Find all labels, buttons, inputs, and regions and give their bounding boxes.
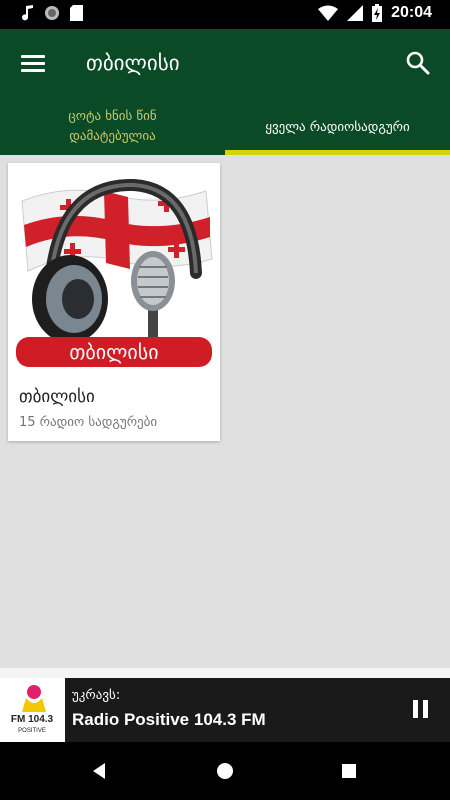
wifi-icon	[318, 5, 339, 21]
back-icon[interactable]	[88, 759, 112, 783]
radio-positive-logo: FM 104.3 POSITIVE	[0, 678, 65, 742]
signal-icon	[347, 5, 364, 21]
now-playing-bar[interactable]: FM 104.3 POSITIVE უკრავს: Radio Positive…	[0, 678, 450, 742]
status-left	[22, 5, 83, 21]
content-area: თბილისი თბილისი 15 რადიო სადგურები	[0, 155, 450, 668]
station-card[interactable]: თბილისი თბილისი 15 რადიო სადგურები	[8, 163, 220, 441]
tab-label-line2: დამატებულია	[69, 129, 156, 144]
system-nav-bar	[0, 742, 450, 800]
status-time: 20:04	[391, 4, 432, 21]
tab-bar: ცოტა ხნის წინ დამატებულია ყველა რადიოსად…	[0, 99, 450, 155]
home-icon[interactable]	[213, 759, 237, 783]
logo-text-line1: FM 104.3	[11, 714, 54, 725]
toolbar: თბილისი	[0, 29, 450, 99]
battery-charging-icon	[372, 4, 383, 22]
status-right: 20:04	[318, 4, 432, 22]
tab-all-stations[interactable]: ყველა რადიოსადგური	[225, 99, 450, 155]
circle-icon	[45, 6, 59, 20]
hamburger-menu-icon[interactable]	[18, 49, 48, 79]
status-bar: 20:04	[0, 0, 450, 29]
card-title: თბილისი	[19, 387, 95, 407]
tab-recently-added-label: ცოტა ხნის წინ დამატებულია	[68, 107, 156, 147]
tab-recently-added[interactable]: ცოტა ხნის წინ დამატებულია	[0, 99, 225, 155]
recents-icon[interactable]	[337, 759, 361, 783]
card-image: თბილისი	[8, 163, 220, 375]
tab-label-line1: ცოტა ხნის წინ	[68, 109, 157, 124]
georgian-flag-headphones-image: თბილისი	[8, 163, 220, 375]
sd-card-icon	[70, 5, 83, 21]
music-note-icon	[22, 5, 33, 21]
content-divider	[0, 668, 450, 678]
now-playing-label: უკრავს:	[72, 688, 121, 703]
tab-all-stations-label: ყველა რადიოსადგური	[265, 119, 410, 135]
card-banner-text: თბილისი	[69, 340, 158, 364]
logo-text-line2: POSITIVE	[18, 728, 46, 734]
page-title: თბილისი	[86, 51, 180, 75]
now-playing-station: Radio Positive 104.3 FM	[72, 710, 266, 729]
station-logo: FM 104.3 POSITIVE	[0, 678, 65, 742]
card-subtitle: 15 რადიო სადგურები	[19, 415, 158, 430]
pause-icon[interactable]	[413, 700, 429, 720]
search-icon[interactable]	[404, 49, 432, 77]
